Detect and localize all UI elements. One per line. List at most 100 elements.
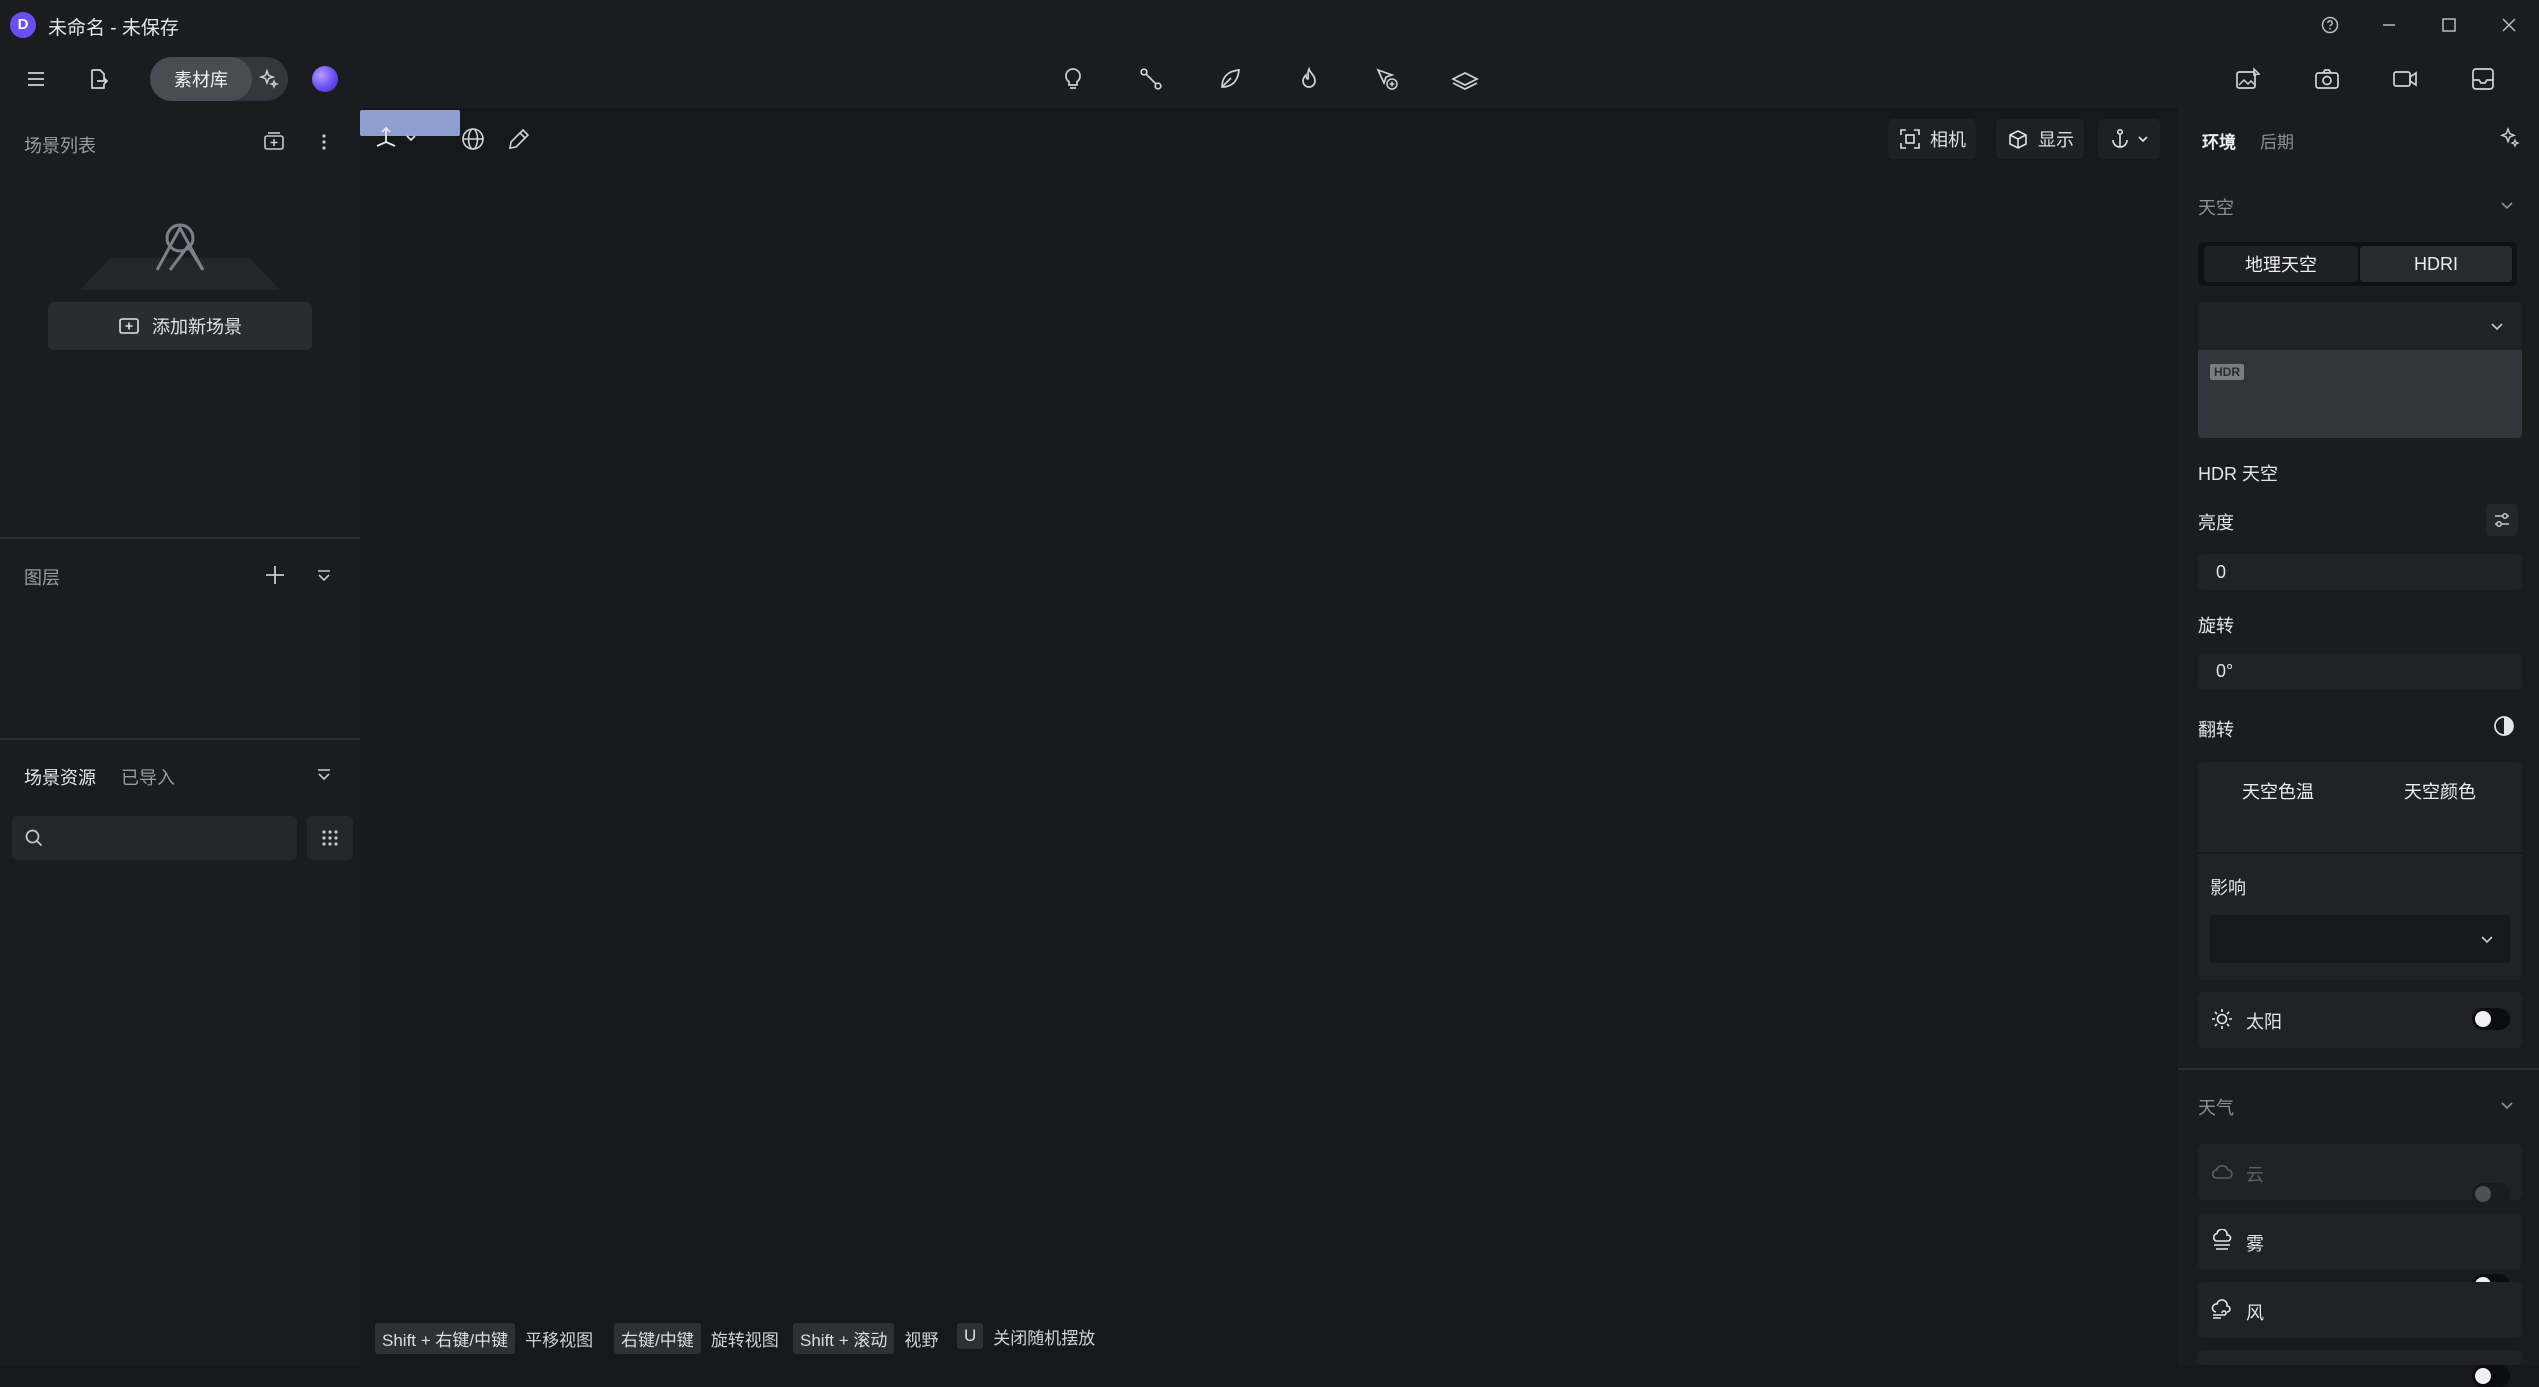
rotation-value: 0° [2216, 660, 2234, 681]
add-scene-btn-icon [118, 316, 140, 336]
add-new-scene-button[interactable]: 添加新场景 [48, 302, 312, 350]
rotation-field[interactable]: 0° [2198, 653, 2522, 689]
maximize-button[interactable] [2429, 8, 2469, 42]
asset-search-field[interactable] [12, 816, 297, 860]
hdr-badge: HDR [2210, 364, 2244, 380]
sky-collapse-icon[interactable] [2498, 196, 2516, 214]
flip-label: 翻转 [2198, 720, 2234, 740]
weather-section-title: 天气 [2198, 1098, 2234, 1118]
video-icon[interactable] [2382, 56, 2428, 102]
cloud-toggle[interactable] [2472, 1183, 2510, 1205]
ai-orb-button[interactable] [312, 66, 338, 92]
close-button[interactable] [2489, 8, 2529, 42]
light-bulb-icon[interactable] [1050, 56, 1096, 102]
sun-label: 太阳 [2246, 1012, 2282, 1032]
inbox-icon[interactable] [2460, 56, 2506, 102]
3d-viewport[interactable] [360, 108, 2178, 1365]
help-icon[interactable] [2310, 8, 2350, 42]
wind-icon [2210, 1298, 2234, 1322]
hdri-preview[interactable] [2198, 350, 2522, 438]
brightness-field[interactable]: 0 [2198, 554, 2522, 590]
hint-action: 视野 [904, 1331, 939, 1350]
path-tool-icon[interactable] [1128, 56, 1174, 102]
fog-icon [2210, 1229, 2234, 1253]
chevron-down-icon [2478, 930, 2496, 948]
display-options-button[interactable]: 显示 [1996, 119, 2084, 159]
hint-random: U 关闭随机摆放 [957, 1323, 1095, 1349]
cloud-label: 云 [2246, 1165, 2264, 1185]
tab-scene-assets[interactable]: 场景资源 [24, 764, 96, 790]
leaf-icon[interactable] [1207, 56, 1253, 102]
camera-icon[interactable] [2304, 56, 2350, 102]
wind-label: 风 [2246, 1303, 2264, 1323]
ai-sparkle-icon[interactable] [2498, 126, 2522, 150]
hint-rotate: 右键/中键 旋转视图 [614, 1323, 779, 1354]
brightness-value: 0 [2216, 561, 2227, 582]
camera-view-button[interactable]: 相机 [1888, 119, 1976, 159]
sky-mode-hdri[interactable]: HDRI [2360, 246, 2512, 282]
window-title: 未命名 - 未保存 [48, 18, 179, 39]
tab-post[interactable]: 后期 [2260, 128, 2294, 153]
fog-label: 雾 [2246, 1234, 2264, 1254]
file-export-icon[interactable] [75, 56, 121, 102]
grid-view-icon[interactable] [307, 816, 353, 860]
title-bar [0, 0, 2539, 50]
card-divider [2198, 852, 2522, 854]
ai-sparkle-icon[interactable] [250, 57, 288, 101]
hint-action: 关闭随机摆放 [993, 1328, 1096, 1348]
sky-mode-geo[interactable]: 地理天空 [2204, 246, 2358, 282]
anchor-icon [2108, 127, 2132, 151]
sky-section-title: 天空 [2198, 198, 2234, 218]
ground-plane-icon[interactable] [1442, 56, 1488, 102]
panel-divider [0, 537, 360, 539]
layers-title: 图层 [24, 568, 60, 588]
asset-search-input[interactable] [52, 822, 287, 854]
assets-collapse-icon[interactable] [314, 765, 334, 785]
weather-collapse-icon[interactable] [2498, 1096, 2516, 1114]
menu-icon[interactable] [13, 56, 59, 102]
eyedropper-icon[interactable] [506, 126, 532, 152]
panel-divider [0, 738, 360, 740]
display-options-label: 显示 [2038, 130, 2074, 150]
flip-toggle-icon[interactable] [2492, 714, 2516, 738]
snap-settings-dropdown[interactable] [2098, 119, 2160, 159]
sliders-icon[interactable] [2486, 504, 2518, 536]
hint-key: Shift + 滚动 [793, 1323, 895, 1354]
chevron-down-icon [406, 135, 416, 142]
hdr-sky-label: HDR 天空 [2198, 464, 2278, 484]
sun-toggle[interactable] [2472, 1008, 2510, 1030]
cursor-plus-icon[interactable] [1364, 56, 1410, 102]
image-edit-icon[interactable] [2225, 56, 2271, 102]
camera-view-label: 相机 [1930, 130, 1966, 150]
more-options-icon[interactable] [314, 130, 334, 154]
camera-frame-icon [1898, 127, 1922, 151]
chevron-down-icon [2488, 317, 2506, 335]
layers-collapse-icon[interactable] [314, 566, 334, 586]
brightness-label: 亮度 [2198, 513, 2234, 533]
hint-key: 右键/中键 [614, 1323, 701, 1354]
influence-dropdown[interactable] [2210, 915, 2510, 963]
asset-library-button[interactable]: 素材库 [150, 57, 252, 101]
hint-action: 旋转视图 [710, 1331, 779, 1350]
wind-toggle[interactable] [2472, 1365, 2510, 1387]
globe-icon[interactable] [460, 126, 486, 152]
hint-action: 平移视图 [525, 1331, 594, 1350]
sky-color-tab[interactable]: 天空颜色 [2404, 778, 2476, 804]
hint-pan: Shift + 右键/中键 平移视图 [375, 1323, 593, 1354]
sky-color-temp-tab[interactable]: 天空色温 [2242, 778, 2314, 804]
tab-environment[interactable]: 环境 [2202, 128, 2236, 153]
next-row-partial [2198, 1350, 2522, 1365]
add-scene-icon[interactable] [262, 130, 286, 154]
minimize-button[interactable] [2369, 8, 2409, 42]
hdri-select-dropdown[interactable] [2198, 302, 2522, 350]
app-logo: D [10, 12, 36, 38]
add-layer-icon[interactable] [263, 563, 287, 587]
transform-tool-dropdown[interactable] [372, 124, 418, 152]
main-toolbar [0, 50, 2539, 108]
scene-list-title: 场景列表 [24, 136, 96, 156]
fire-icon[interactable] [1286, 56, 1332, 102]
cube-icon [2006, 127, 2030, 151]
hint-fov: Shift + 滚动 视野 [793, 1323, 938, 1354]
hint-key: Shift + 右键/中键 [375, 1323, 516, 1354]
tab-imported[interactable]: 已导入 [121, 764, 175, 790]
